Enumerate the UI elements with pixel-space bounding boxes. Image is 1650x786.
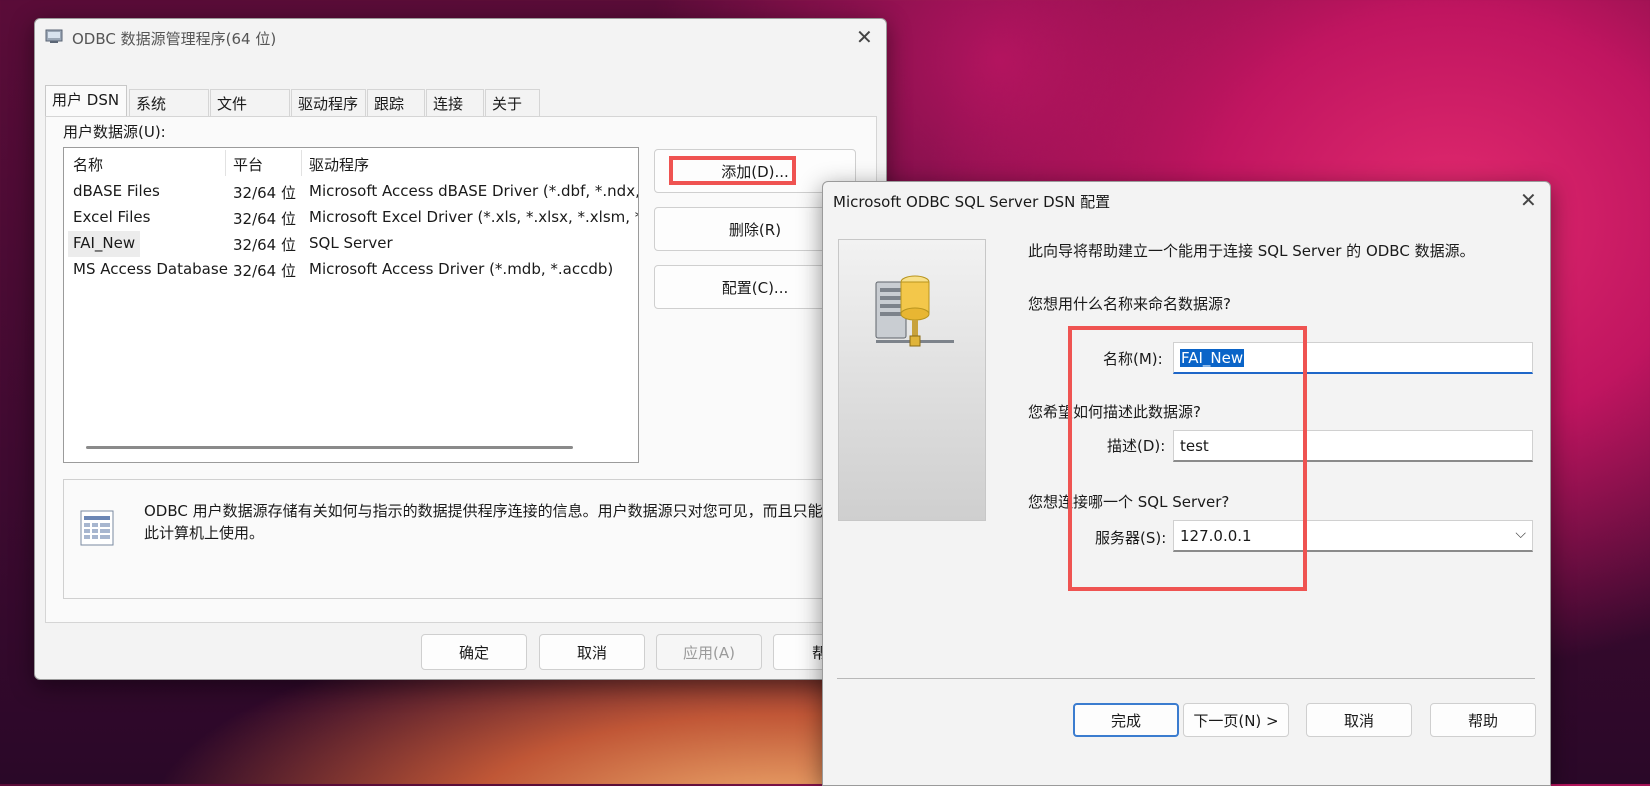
help-button-label: 帮助 xyxy=(1467,711,1498,730)
close-icon[interactable]: ✕ xyxy=(1520,188,1537,212)
chevron-down-icon[interactable]: ⌵ xyxy=(1515,526,1526,542)
database-server-icon xyxy=(872,270,956,356)
odbc-admin-window: ODBC 数据源管理程序(64 位) ✕ 用户 DSN 系统 DSN 文件 DS… xyxy=(34,18,887,680)
server-label: 服务器(S): xyxy=(1095,529,1167,547)
server-combobox[interactable]: 127.0.0.1 ⌵ xyxy=(1173,520,1533,552)
list-item-driver: Microsoft Excel Driver (*.xls, *.xlsx, *… xyxy=(309,208,638,226)
next-button-label: 下一页(N) > xyxy=(1193,711,1279,730)
server-question: 您想连接哪一个 SQL Server? xyxy=(1028,493,1230,511)
column-divider xyxy=(301,150,302,176)
tab-user-dsn[interactable]: 用户 DSN xyxy=(45,85,127,117)
tab-system-dsn[interactable]: 系统 DSN xyxy=(129,89,209,141)
column-divider xyxy=(225,150,226,176)
data-source-info-icon xyxy=(78,508,118,552)
list-item-driver: SQL Server xyxy=(309,234,393,252)
finish-button[interactable]: 完成 xyxy=(1073,703,1179,737)
description-label: 描述(D): xyxy=(1107,437,1166,455)
server-combobox-value: 127.0.0.1 xyxy=(1180,526,1252,545)
wizard-intro-text: 此向导将帮助建立一个能用于连接 SQL Server 的 ODBC 数据源。 xyxy=(1028,242,1475,260)
dsn-config-titlebar[interactable]: Microsoft ODBC SQL Server DSN 配置 ✕ xyxy=(823,182,1550,220)
list-item[interactable]: Excel Files 32/64 位 Microsoft Excel Driv… xyxy=(64,205,638,231)
cancel-button-label: 取消 xyxy=(576,643,607,662)
tab-label: 关于 xyxy=(492,95,523,113)
data-source-list[interactable]: 名称 平台 驱动程序 dBASE Files 32/64 位 Microsoft… xyxy=(63,147,639,463)
dsn-config-window: Microsoft ODBC SQL Server DSN 配置 ✕ 此向导将帮… xyxy=(822,181,1551,786)
next-button[interactable]: 下一页(N) > xyxy=(1183,703,1289,737)
description-question: 您希望如何描述此数据源? xyxy=(1028,403,1201,421)
list-item-name: MS Access Database xyxy=(73,260,228,278)
tab-tracing[interactable]: 跟踪 xyxy=(367,89,425,117)
add-button-label: 添加(D)... xyxy=(721,162,789,181)
list-item-name: dBASE Files xyxy=(73,182,160,200)
apply-button[interactable]: 应用(A) xyxy=(656,634,762,670)
name-label: 名称(M): xyxy=(1103,350,1163,368)
ok-button-label: 确定 xyxy=(458,643,489,662)
help-button[interactable]: 帮助 xyxy=(1430,703,1536,737)
ok-button[interactable]: 确定 xyxy=(421,634,527,670)
tab-about[interactable]: 关于 xyxy=(485,89,540,117)
list-item-platform: 32/64 位 xyxy=(233,262,296,280)
info-box: ODBC 用户数据源存储有关如何与指示的数据提供程序连接的信息。用户数据源只对您… xyxy=(63,479,865,599)
name-field-value: FAI_New xyxy=(1180,348,1245,367)
list-item-platform: 32/64 位 xyxy=(233,236,296,254)
configure-button-label: 配置(C)... xyxy=(721,278,789,297)
footer-divider xyxy=(837,678,1535,679)
odbc-admin-title: ODBC 数据源管理程序(64 位) xyxy=(72,30,277,48)
info-text-line2: 此计算机上使用。 xyxy=(144,524,265,542)
finish-button-label: 完成 xyxy=(1110,711,1141,730)
name-question: 您想用什么名称来命名数据源? xyxy=(1028,295,1231,313)
list-item-name: FAI_New xyxy=(73,234,136,252)
column-header-name[interactable]: 名称 xyxy=(73,154,103,175)
odbc-app-icon xyxy=(45,28,63,44)
name-field[interactable]: FAI_New xyxy=(1173,342,1533,374)
list-item[interactable]: dBASE Files 32/64 位 Microsoft Access dBA… xyxy=(64,179,638,205)
info-text-line1: ODBC 用户数据源存储有关如何与指示的数据提供程序连接的信息。用户数据源只对您… xyxy=(144,502,838,520)
tab-connection-pooling[interactable]: 连接池 xyxy=(426,89,484,141)
cancel-button[interactable]: 取消 xyxy=(1306,703,1412,737)
tab-drivers[interactable]: 驱动程序 xyxy=(291,89,366,117)
list-item-platform: 32/64 位 xyxy=(233,210,296,228)
tab-label: 跟踪 xyxy=(374,95,405,113)
tab-label: 驱动程序 xyxy=(298,95,359,113)
odbc-admin-titlebar[interactable]: ODBC 数据源管理程序(64 位) ✕ xyxy=(35,19,886,57)
cancel-button-label: 取消 xyxy=(1343,711,1374,730)
list-item-driver: Microsoft Access Driver (*.mdb, *.accdb) xyxy=(309,260,614,278)
list-header: 名称 平台 驱动程序 xyxy=(64,148,638,178)
list-item-platform: 32/64 位 xyxy=(233,184,296,202)
tab-label: 用户 DSN xyxy=(52,91,120,109)
list-label: 用户数据源(U): xyxy=(63,123,166,141)
remove-button-label: 删除(R) xyxy=(728,220,782,239)
description-field[interactable]: test xyxy=(1173,430,1533,462)
cancel-button[interactable]: 取消 xyxy=(539,634,645,670)
apply-button-label: 应用(A) xyxy=(683,643,735,662)
column-header-platform[interactable]: 平台 xyxy=(233,154,263,175)
tab-file-dsn[interactable]: 文件 DSN xyxy=(210,89,290,141)
column-header-driver[interactable]: 驱动程序 xyxy=(309,154,369,175)
close-icon[interactable]: ✕ xyxy=(856,25,873,49)
wizard-image-panel xyxy=(838,239,986,521)
list-item[interactable]: MS Access Database 32/64 位 Microsoft Acc… xyxy=(64,257,638,283)
dsn-config-title: Microsoft ODBC SQL Server DSN 配置 xyxy=(833,193,1111,211)
list-item-name: Excel Files xyxy=(73,208,151,226)
list-item-selected[interactable]: FAI_New 32/64 位 SQL Server xyxy=(64,231,638,257)
list-item-driver: Microsoft Access dBASE Driver (*.dbf, *.… xyxy=(309,182,638,200)
description-field-value: test xyxy=(1180,436,1209,455)
horizontal-scrollbar[interactable] xyxy=(86,446,573,449)
